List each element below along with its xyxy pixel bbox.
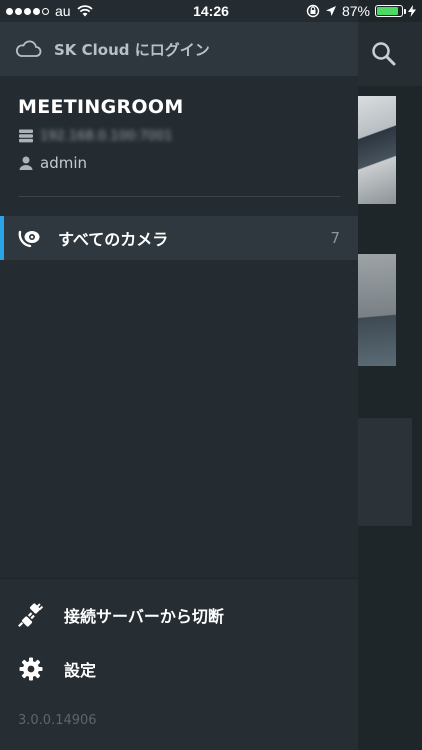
server-name: MEETINGROOM bbox=[18, 96, 184, 118]
server-address: 192.168.0.100:7001 bbox=[40, 128, 173, 144]
navigation-drawer: SK Cloud にログイン MEETINGROOM 192.168.0.100… bbox=[0, 0, 358, 750]
camera-thumbnail-placeholder[interactable] bbox=[358, 418, 412, 526]
camera-thumbnail[interactable] bbox=[358, 254, 396, 366]
all-cameras-label: すべてのカメラ bbox=[58, 230, 169, 249]
gear-icon bbox=[19, 657, 43, 681]
settings-label: 設定 bbox=[64, 661, 97, 680]
search-icon[interactable] bbox=[370, 40, 398, 68]
camera-count: 7 bbox=[330, 229, 340, 247]
status-bar: au 14:26 87% bbox=[0, 0, 422, 22]
all-cameras-item[interactable]: すべてのカメラ 7 bbox=[0, 216, 358, 260]
app-version: 3.0.0.14906 bbox=[18, 713, 97, 728]
location-arrow-icon bbox=[325, 6, 336, 16]
screen: au 14:26 87% SK Cloud にログイン MEETINGROOM … bbox=[0, 0, 422, 750]
status-right: 87% bbox=[306, 3, 416, 19]
battery-percent: 87% bbox=[341, 3, 370, 19]
battery-icon bbox=[375, 5, 406, 17]
disconnect-button[interactable]: 接続サーバーから切断 bbox=[0, 593, 358, 637]
drawer-footer: 接続サーバーから切断 設定 3.0.0.14906 bbox=[0, 578, 358, 750]
rotation-lock-icon bbox=[306, 4, 320, 18]
camera-thumbnail[interactable] bbox=[358, 96, 396, 204]
settings-button[interactable]: 設定 bbox=[0, 647, 358, 691]
disconnect-label: 接続サーバーから切断 bbox=[64, 607, 224, 626]
username: admin bbox=[40, 154, 87, 172]
selected-indicator bbox=[0, 216, 4, 260]
server-address-row: 192.168.0.100:7001 bbox=[18, 128, 340, 144]
user-icon bbox=[19, 156, 33, 170]
cloud-login-button[interactable]: SK Cloud にログイン bbox=[0, 22, 358, 76]
server-icon bbox=[19, 129, 33, 143]
camera-icon bbox=[18, 230, 40, 248]
server-info: MEETINGROOM 192.168.0.100:7001 admin bbox=[18, 96, 340, 172]
divider bbox=[18, 196, 340, 197]
battery-level bbox=[377, 7, 398, 15]
user-row: admin bbox=[18, 154, 340, 172]
cloud-icon bbox=[15, 40, 42, 57]
cloud-login-label: SK Cloud にログイン bbox=[54, 40, 210, 59]
charging-bolt-icon bbox=[408, 5, 416, 17]
disconnect-plug-icon bbox=[18, 603, 44, 628]
